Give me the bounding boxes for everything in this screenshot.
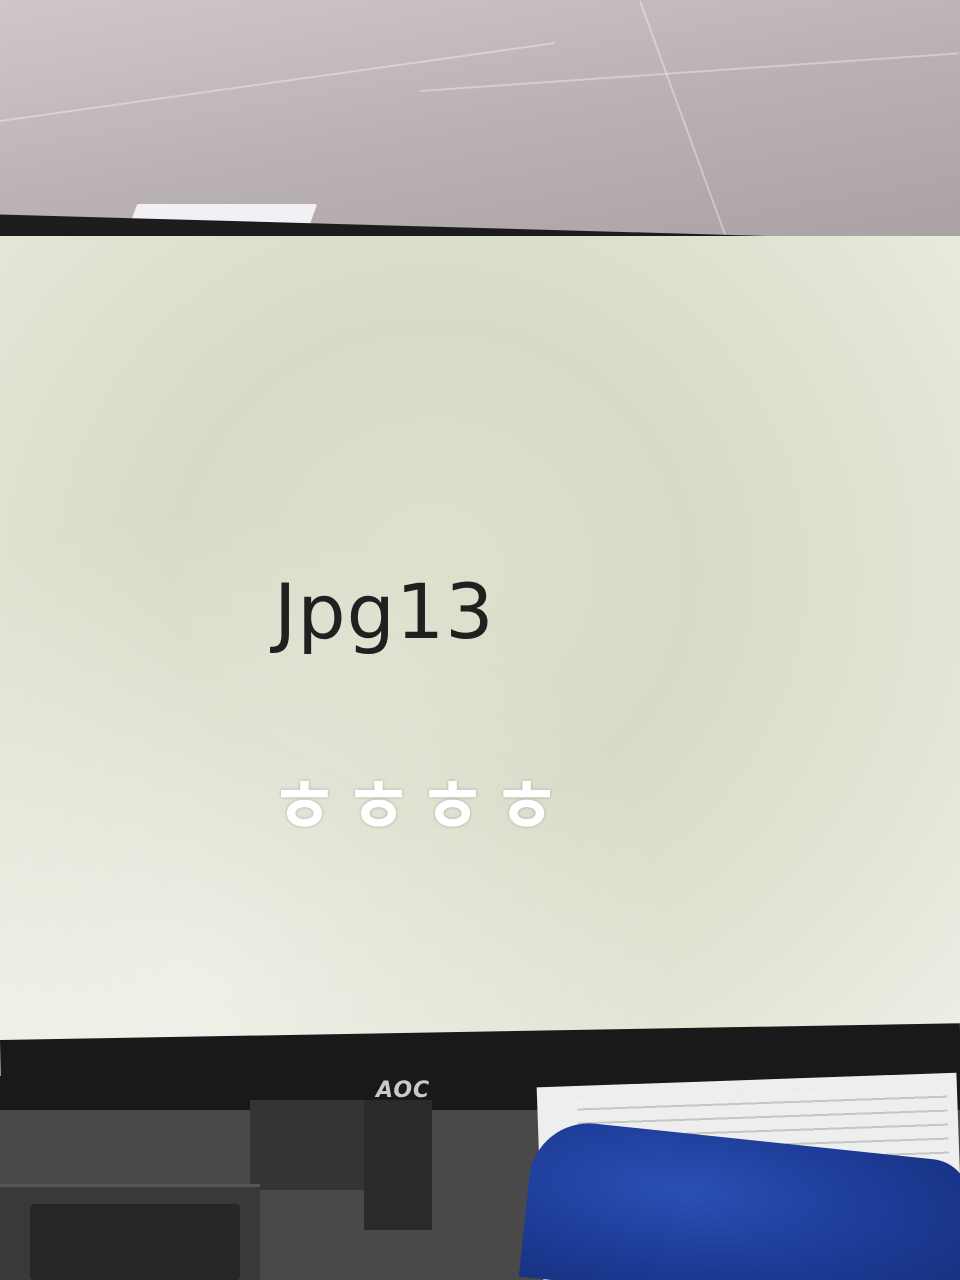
screen-caption: ㅎㅎㅎㅎ [270,764,567,850]
photo-scene: Jpg13 ㅎㅎㅎㅎ AOC [0,0,960,1280]
monitor-screen [0,236,960,1076]
screen-title: Jpg13 [274,567,495,656]
monitor-stand [364,1100,432,1230]
desk-device-screen [30,1204,240,1280]
cable-area [250,1100,370,1190]
